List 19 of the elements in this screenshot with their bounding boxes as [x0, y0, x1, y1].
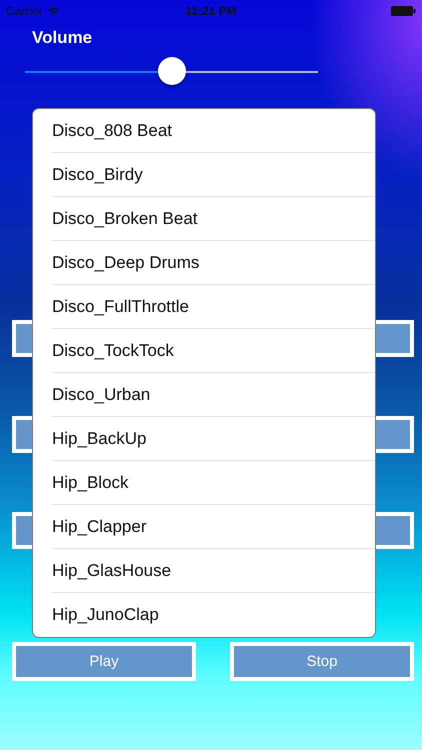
sound-list-item[interactable]: Disco_Broken Beat: [52, 197, 375, 241]
slider-thumb[interactable]: [158, 57, 186, 85]
volume-slider[interactable]: [25, 57, 318, 87]
sound-list-item[interactable]: Hip_BackUp: [52, 417, 375, 461]
carrier-name: Carrier: [6, 4, 43, 18]
sound-list-item[interactable]: Disco_TockTock: [52, 329, 375, 373]
sound-list-item[interactable]: Disco_Birdy: [52, 153, 375, 197]
sound-list-item[interactable]: Hip_JunoClap: [52, 593, 375, 636]
sound-list-item[interactable]: Hip_Clapper: [52, 505, 375, 549]
wifi-icon: [48, 6, 59, 16]
sound-list-item[interactable]: Hip_GlasHouse: [52, 549, 375, 593]
sound-list-item[interactable]: Disco_808 Beat: [52, 109, 375, 153]
volume-label: Volume: [32, 28, 94, 48]
status-time: 11:21 PM: [185, 4, 237, 18]
battery-icon: [391, 6, 416, 16]
sound-list-item[interactable]: Disco_FullThrottle: [52, 285, 375, 329]
sound-list-item[interactable]: Disco_Deep Drums: [52, 241, 375, 285]
sound-list-item[interactable]: Hip_Block: [52, 461, 375, 505]
sound-list-item[interactable]: Disco_Urban: [52, 373, 375, 417]
